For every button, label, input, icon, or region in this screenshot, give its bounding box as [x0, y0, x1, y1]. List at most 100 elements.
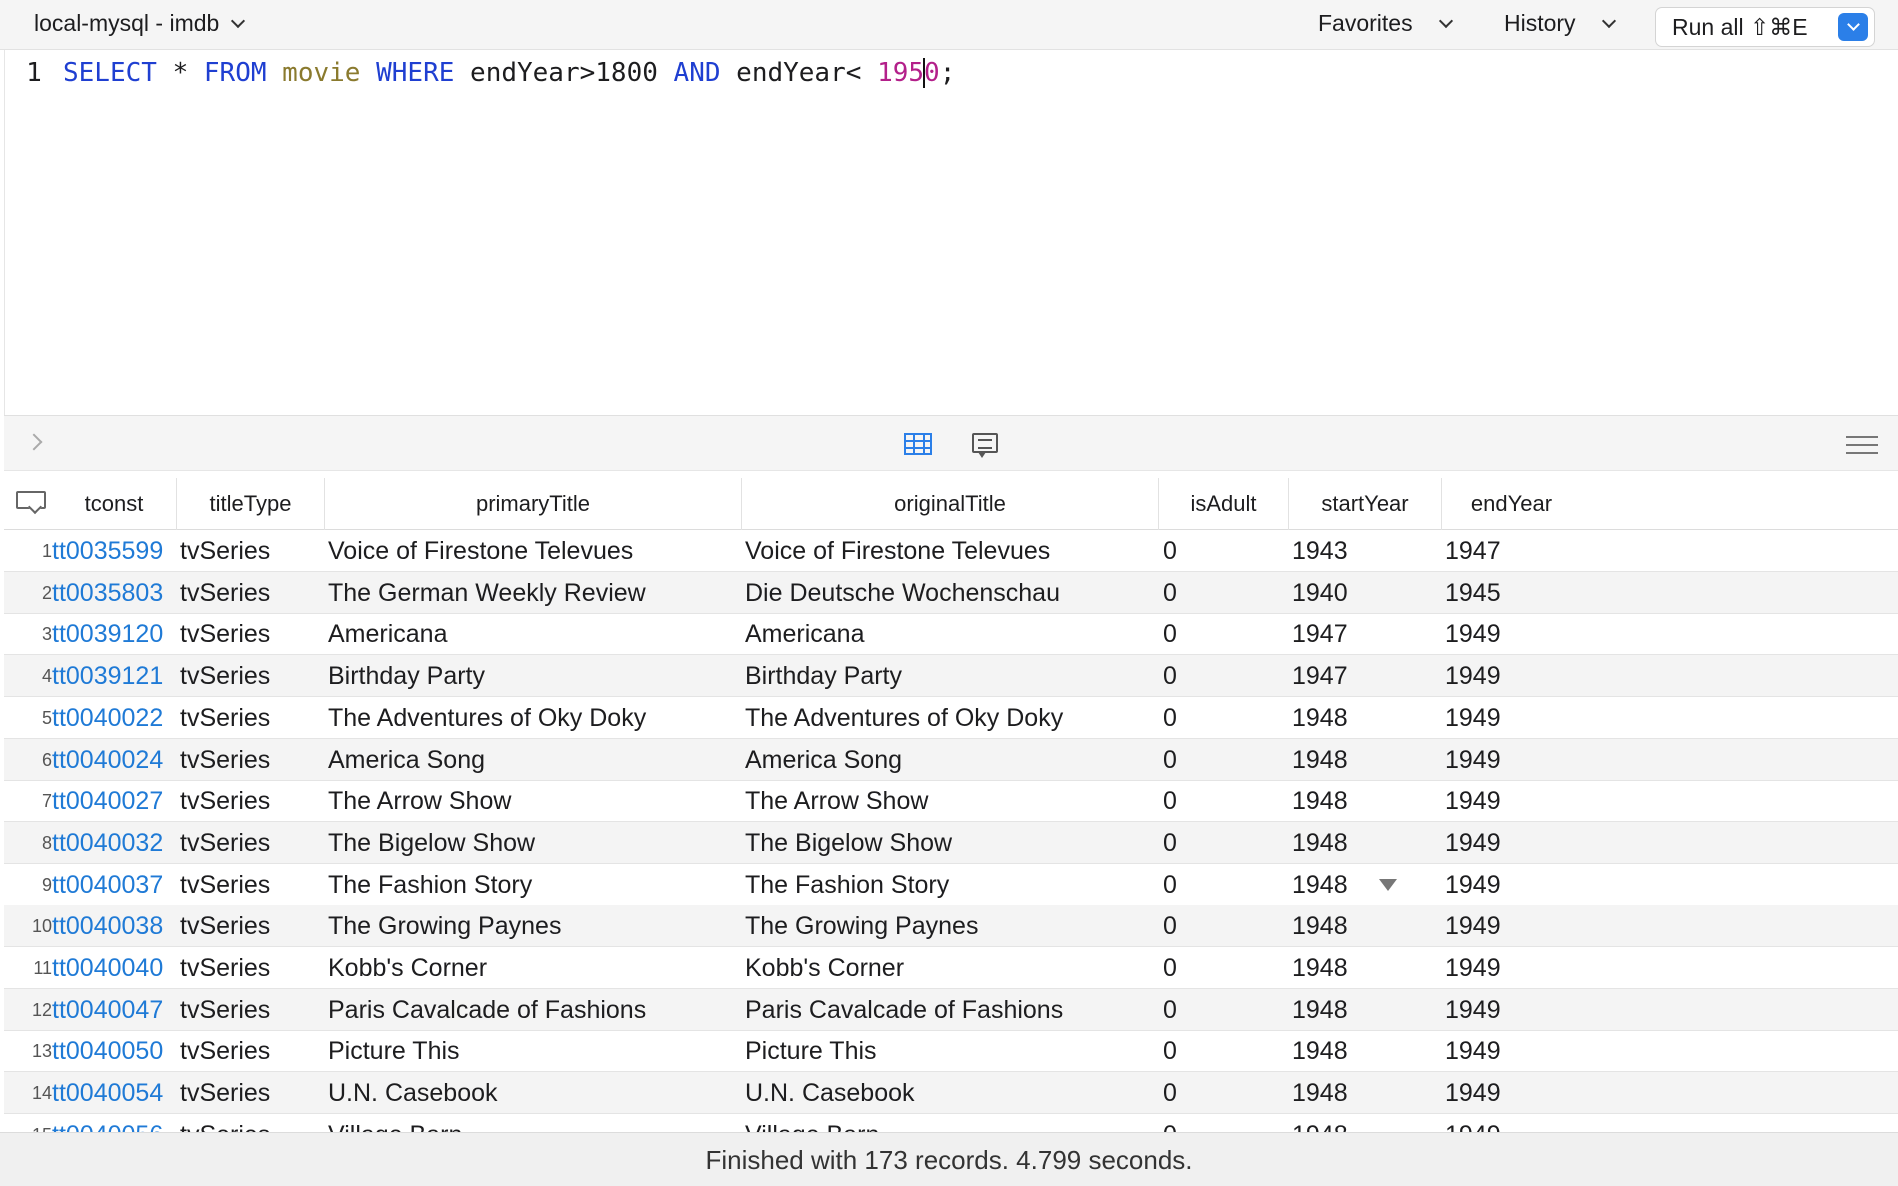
title-type-cell[interactable]: tvSeries: [180, 655, 324, 697]
table-row[interactable]: 8 tt0040032 tvSeries The Bigelow Show The Bi…: [4, 821, 1898, 864]
message-view-icon[interactable]: [972, 433, 998, 458]
end-year-cell[interactable]: 1949: [1445, 947, 1898, 989]
column-header-isadult[interactable]: isAdult: [1158, 478, 1288, 530]
end-year-cell[interactable]: 1949: [1445, 697, 1898, 739]
end-year-cell[interactable]: 1949: [1445, 989, 1898, 1031]
start-year-cell[interactable]: 1948: [1292, 947, 1441, 989]
select-all-icon[interactable]: [16, 488, 46, 512]
start-year-cell[interactable]: 1943: [1292, 530, 1441, 572]
original-title-cell[interactable]: America Song: [745, 739, 1158, 781]
grid-view-icon[interactable]: [904, 433, 932, 455]
original-title-cell[interactable]: Village Barn: [745, 1114, 1158, 1132]
end-year-cell[interactable]: 1949: [1445, 655, 1898, 697]
primary-title-cell[interactable]: Americana: [328, 613, 741, 655]
end-year-cell[interactable]: 1949: [1445, 1072, 1898, 1114]
table-row[interactable]: 1 tt0035599 tvSeries Voice of Firestone Tel…: [4, 530, 1898, 572]
primary-title-cell[interactable]: The Fashion Story: [328, 864, 741, 906]
column-header-startyear[interactable]: startYear: [1288, 478, 1441, 530]
tconst-cell[interactable]: tt0040054: [52, 1072, 176, 1114]
start-year-cell[interactable]: 1948: [1292, 739, 1441, 781]
column-header-endyear[interactable]: endYear: [1441, 478, 1581, 530]
is-adult-cell[interactable]: 0: [1163, 1114, 1288, 1132]
history-menu[interactable]: History: [1504, 10, 1616, 37]
primary-title-cell[interactable]: Voice of Firestone Televues: [328, 530, 741, 572]
table-row[interactable]: 4 tt0039121 tvSeries Birthday Party Birthday…: [4, 655, 1898, 698]
start-year-cell[interactable]: 1948: [1292, 905, 1441, 947]
original-title-cell[interactable]: Paris Cavalcade of Fashions: [745, 989, 1158, 1031]
title-type-cell[interactable]: tvSeries: [180, 1114, 324, 1132]
is-adult-cell[interactable]: 0: [1163, 739, 1288, 781]
tconst-cell[interactable]: tt0040024: [52, 739, 176, 781]
primary-title-cell[interactable]: The German Weekly Review: [328, 572, 741, 614]
is-adult-cell[interactable]: 0: [1163, 780, 1288, 822]
primary-title-cell[interactable]: The Adventures of Oky Doky: [328, 697, 741, 739]
table-row[interactable]: 10 tt0040038 tvSeries The Growing Paynes The…: [4, 905, 1898, 948]
cell-dropdown-icon[interactable]: [1379, 878, 1397, 891]
title-type-cell[interactable]: tvSeries: [180, 989, 324, 1031]
start-year-cell[interactable]: 1948: [1292, 1030, 1441, 1072]
original-title-cell[interactable]: Birthday Party: [745, 655, 1158, 697]
table-row[interactable]: 13 tt0040050 tvSeries Picture This Picture T…: [4, 1030, 1898, 1073]
primary-title-cell[interactable]: Kobb's Corner: [328, 947, 741, 989]
end-year-cell[interactable]: 1949: [1445, 822, 1898, 864]
run-options-dropdown[interactable]: [1838, 13, 1868, 41]
start-year-cell[interactable]: 1948: [1292, 1072, 1441, 1114]
tconst-cell[interactable]: tt0040022: [52, 697, 176, 739]
title-type-cell[interactable]: tvSeries: [180, 864, 324, 906]
is-adult-cell[interactable]: 0: [1163, 530, 1288, 572]
is-adult-cell[interactable]: 0: [1163, 1072, 1288, 1114]
primary-title-cell[interactable]: U.N. Casebook: [328, 1072, 741, 1114]
sql-editor[interactable]: 1 SELECT * FROM movie WHERE endYear>1800…: [4, 50, 1898, 415]
original-title-cell[interactable]: Picture This: [745, 1030, 1158, 1072]
title-type-cell[interactable]: tvSeries: [180, 739, 324, 781]
table-row[interactable]: 6 tt0040024 tvSeries America Song America So…: [4, 738, 1898, 781]
is-adult-cell[interactable]: 0: [1163, 947, 1288, 989]
end-year-cell[interactable]: 1949: [1445, 780, 1898, 822]
start-year-cell[interactable]: 1948: [1292, 864, 1441, 906]
title-type-cell[interactable]: tvSeries: [180, 822, 324, 864]
results-grid[interactable]: tconst titleType primaryTitle originalTitle…: [4, 478, 1898, 1132]
is-adult-cell[interactable]: 0: [1163, 572, 1288, 614]
table-row[interactable]: 15tt0040056tvSeriesVillage BarnVillage B…: [4, 1114, 1898, 1132]
start-year-cell[interactable]: 1940: [1292, 572, 1441, 614]
title-type-cell[interactable]: tvSeries: [180, 530, 324, 572]
is-adult-cell[interactable]: 0: [1163, 655, 1288, 697]
end-year-cell[interactable]: 1947: [1445, 530, 1898, 572]
end-year-cell[interactable]: 1949: [1445, 613, 1898, 655]
original-title-cell[interactable]: Kobb's Corner: [745, 947, 1158, 989]
table-row[interactable]: 5 tt0040022 tvSeries The Adventures of Oky …: [4, 697, 1898, 739]
table-row[interactable]: 9 tt0040037 tvSeries The Fashion Story The F…: [4, 864, 1898, 906]
original-title-cell[interactable]: The Arrow Show: [745, 780, 1158, 822]
start-year-cell[interactable]: 1948: [1292, 1114, 1441, 1132]
original-title-cell[interactable]: U.N. Casebook: [745, 1072, 1158, 1114]
menu-icon[interactable]: [1846, 436, 1878, 454]
run-all-button[interactable]: Run all ⇧⌘E: [1655, 7, 1875, 47]
original-title-cell[interactable]: Americana: [745, 613, 1158, 655]
primary-title-cell[interactable]: America Song: [328, 739, 741, 781]
connection-selector[interactable]: local-mysql - imdb: [34, 10, 246, 37]
primary-title-cell[interactable]: Village Barn: [328, 1114, 741, 1132]
start-year-cell[interactable]: 1947: [1292, 613, 1441, 655]
favorites-menu[interactable]: Favorites: [1318, 10, 1453, 37]
is-adult-cell[interactable]: 0: [1163, 989, 1288, 1031]
title-type-cell[interactable]: tvSeries: [180, 1072, 324, 1114]
start-year-cell[interactable]: 1947: [1292, 655, 1441, 697]
title-type-cell[interactable]: tvSeries: [180, 572, 324, 614]
start-year-cell[interactable]: 1948: [1292, 780, 1441, 822]
tconst-cell[interactable]: tt0039121: [52, 655, 176, 697]
tconst-cell[interactable]: tt0040040: [52, 947, 176, 989]
table-row[interactable]: 3 tt0039120 tvSeries Americana Americana 0 194…: [4, 613, 1898, 656]
column-header-titletype[interactable]: titleType: [176, 478, 324, 530]
column-header-originaltitle[interactable]: originalTitle: [741, 478, 1158, 530]
primary-title-cell[interactable]: Picture This: [328, 1030, 741, 1072]
expand-icon[interactable]: [25, 433, 43, 451]
original-title-cell[interactable]: The Fashion Story: [745, 864, 1158, 906]
table-row[interactable]: 11 tt0040040 tvSeries Kobb's Corner Kobb's C…: [4, 947, 1898, 989]
original-title-cell[interactable]: The Adventures of Oky Doky: [745, 697, 1158, 739]
original-title-cell[interactable]: Die Deutsche Wochenschau: [745, 572, 1158, 614]
column-header-tconst[interactable]: tconst: [52, 478, 176, 530]
is-adult-cell[interactable]: 0: [1163, 1030, 1288, 1072]
original-title-cell[interactable]: The Bigelow Show: [745, 822, 1158, 864]
tconst-cell[interactable]: tt0035599: [52, 530, 176, 572]
title-type-cell[interactable]: tvSeries: [180, 613, 324, 655]
